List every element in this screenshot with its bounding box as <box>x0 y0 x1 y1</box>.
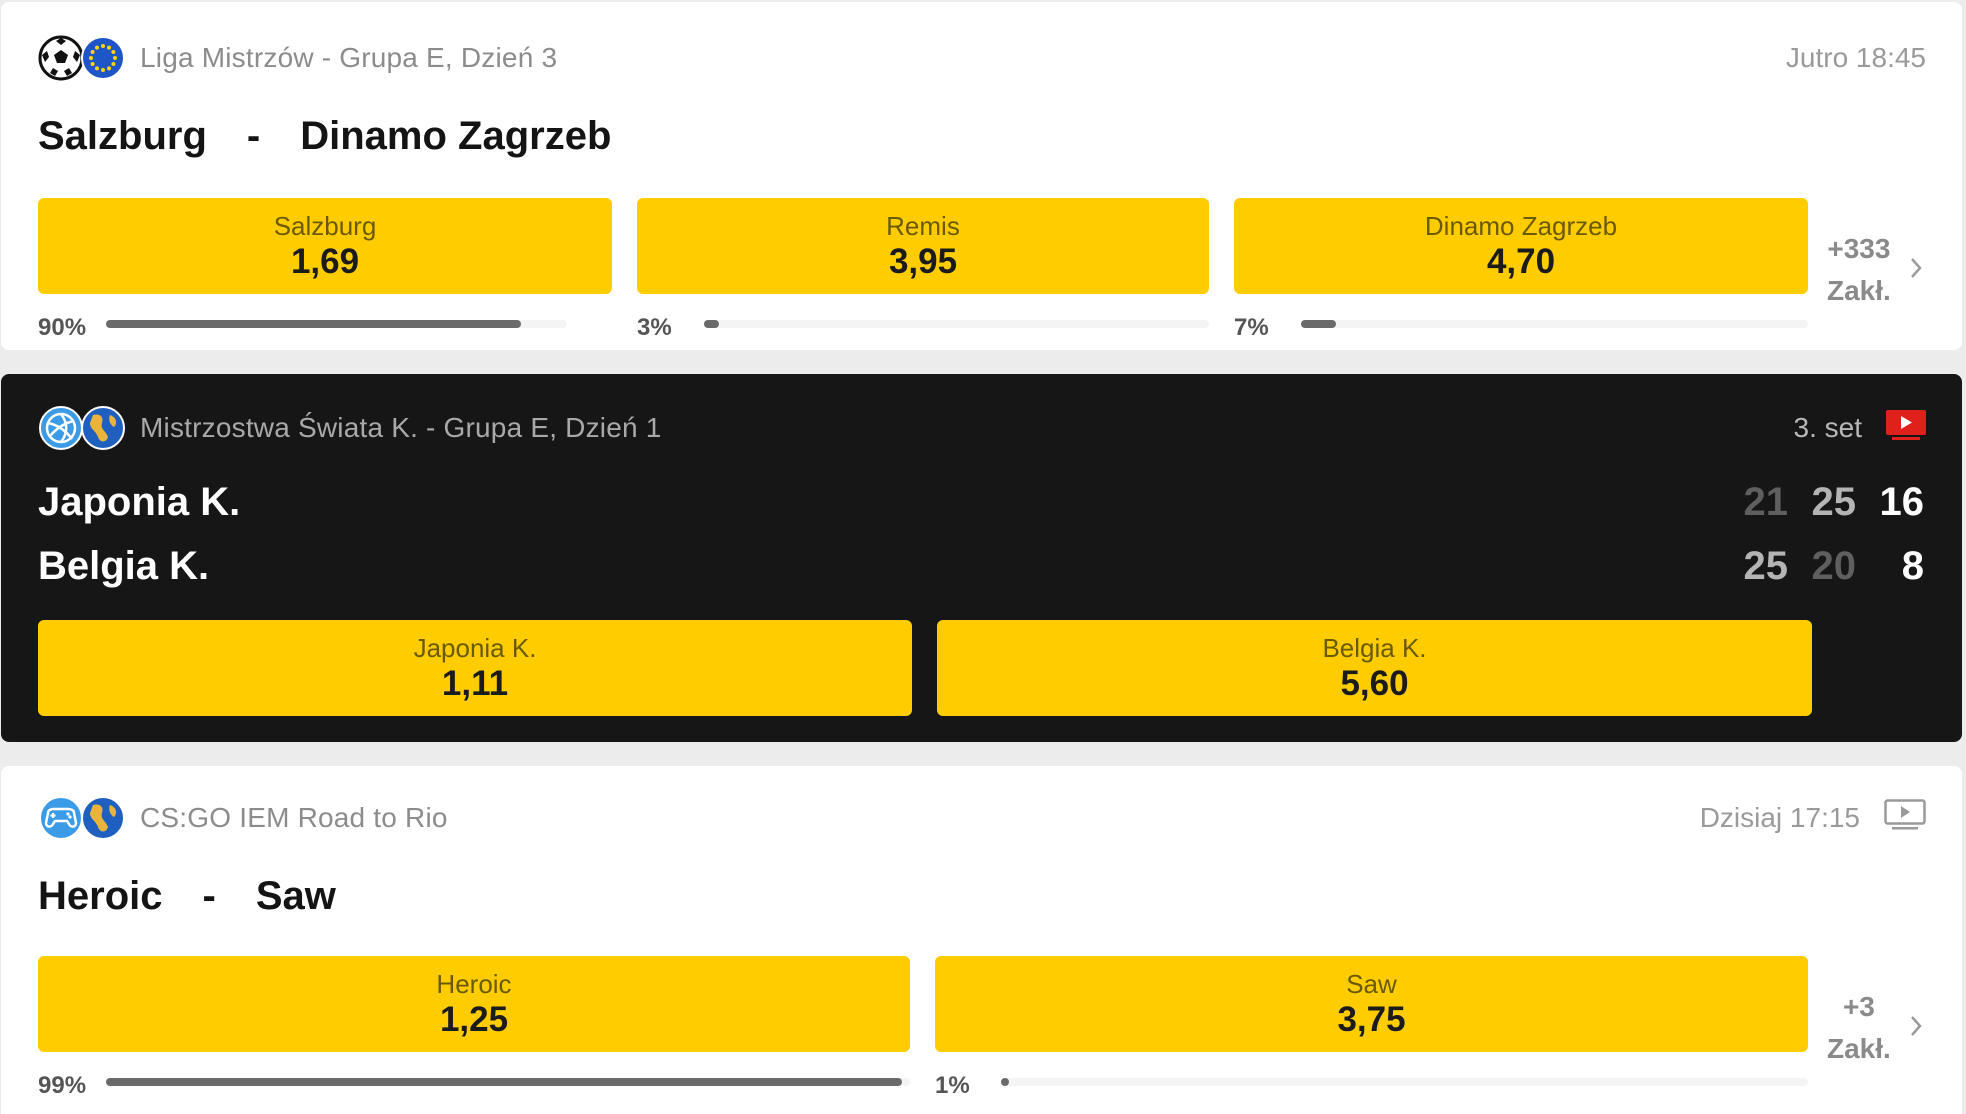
set-score: 25 <box>1743 544 1789 588</box>
bet-share-percent: 99% <box>38 1072 87 1099</box>
live-event-card[interactable]: Mistrzostwa Świata K. - Grupa E, Dzień 1… <box>1 374 1962 742</box>
odds-label: Heroic <box>436 969 512 999</box>
event-card[interactable]: CS:GO IEM Road to Rio Dzisiaj 17:15 Hero… <box>1 766 1962 1114</box>
away-team: Saw <box>255 874 336 918</box>
odds-value: 3,75 <box>1337 1000 1406 1039</box>
set-score: 25 <box>1811 480 1857 524</box>
odds-button-away[interactable]: Belgia K. 5,60 <box>937 620 1812 716</box>
odds-value: 3,95 <box>888 242 958 281</box>
away-set-scores: 25 20 8 <box>1720 544 1925 589</box>
globe-icon <box>80 795 126 841</box>
live-status: 3. set <box>1794 409 1926 447</box>
more-bets-count: +333 <box>1827 233 1891 264</box>
team-separator: - <box>246 114 261 158</box>
chevron-right-icon <box>1909 256 1923 285</box>
tv-icon[interactable] <box>1884 798 1926 838</box>
bet-share-percent: 1% <box>935 1072 970 1099</box>
bet-share-bar <box>106 1078 910 1086</box>
chevron-right-icon <box>1909 1014 1923 1043</box>
odds-label: Dinamo Zagrzeb <box>1424 211 1618 241</box>
bet-share-percent: 3% <box>637 314 672 341</box>
home-team: Heroic <box>38 874 163 918</box>
set-score: 21 <box>1743 480 1789 524</box>
europe-flag-icon <box>80 35 126 81</box>
odds-value: 5,60 <box>1340 664 1409 703</box>
bet-share-percent: 7% <box>1234 314 1269 341</box>
current-set-score: 8 <box>1901 544 1924 588</box>
event-card[interactable]: Liga Mistrzów - Grupa E, Dzień 3 Jutro 1… <box>1 2 1962 350</box>
gamepad-icon <box>38 795 84 841</box>
current-set-score: 16 <box>1879 480 1925 524</box>
live-stream-icon[interactable] <box>1886 409 1926 447</box>
event-header: Mistrzostwa Świata K. - Grupa E, Dzień 1… <box>38 404 1926 452</box>
odds-value: 1,25 <box>439 1000 509 1039</box>
odds-label: Belgia K. <box>1322 633 1427 663</box>
globe-icon <box>80 405 126 451</box>
volleyball-icon <box>38 405 84 451</box>
home-set-scores: 21 25 16 <box>1720 480 1925 525</box>
odds-button-home[interactable]: Japonia K. 1,11 <box>38 620 912 716</box>
odds-button-home[interactable]: Salzburg 1,69 <box>38 198 612 294</box>
match-title: Heroic - Saw <box>38 874 336 919</box>
odds-value: 1,11 <box>441 664 509 703</box>
more-bets-button[interactable]: +3 Zakł. <box>1827 986 1923 1070</box>
away-team: Dinamo Zagrzeb <box>300 114 612 158</box>
more-bets-button[interactable]: +333 Zakł. <box>1827 228 1923 312</box>
match-title: Salzburg - Dinamo Zagrzeb <box>38 114 611 159</box>
start-time: Dzisiaj 17:15 <box>1700 798 1926 838</box>
bet-share-bar <box>704 320 1209 328</box>
odds-label: Salzburg <box>273 211 377 241</box>
odds-button-away[interactable]: Dinamo Zagrzeb 4,70 <box>1234 198 1808 294</box>
team-separator: - <box>202 874 216 918</box>
start-time: Jutro 18:45 <box>1785 42 1926 73</box>
more-bets-label: Zakł. <box>1827 1033 1891 1064</box>
event-header: CS:GO IEM Road to Rio Dzisiaj 17:15 <box>38 794 1926 842</box>
odds-label: Japonia K. <box>413 633 537 663</box>
league-name: CS:GO IEM Road to Rio <box>140 802 448 833</box>
more-bets-label: Zakł. <box>1827 275 1891 306</box>
odds-value: 4,70 <box>1486 242 1556 281</box>
odds-label: Saw <box>1346 969 1397 999</box>
away-team: Belgia K. <box>38 544 210 588</box>
event-header: Liga Mistrzów - Grupa E, Dzień 3 Jutro 1… <box>38 34 1926 82</box>
league-name: Liga Mistrzów - Grupa E, Dzień 3 <box>140 42 558 73</box>
odds-button-home[interactable]: Heroic 1,25 <box>38 956 910 1052</box>
bet-share-bar <box>1001 1078 1808 1086</box>
odds-button-away[interactable]: Saw 3,75 <box>935 956 1808 1052</box>
league-name: Mistrzostwa Świata K. - Grupa E, Dzień 1 <box>140 412 662 443</box>
home-team: Japonia K. <box>38 480 241 524</box>
odds-label: Remis <box>886 211 960 241</box>
bet-share-bar <box>1301 320 1808 328</box>
soccer-ball-icon <box>38 35 84 81</box>
set-score: 20 <box>1811 544 1857 588</box>
more-bets-count: +3 <box>1842 991 1875 1022</box>
odds-value: 1,69 <box>290 242 360 281</box>
bet-share-percent: 90% <box>38 314 87 341</box>
bet-share-bar <box>106 320 567 328</box>
odds-button-draw[interactable]: Remis 3,95 <box>637 198 1209 294</box>
home-team: Salzburg <box>38 114 207 158</box>
